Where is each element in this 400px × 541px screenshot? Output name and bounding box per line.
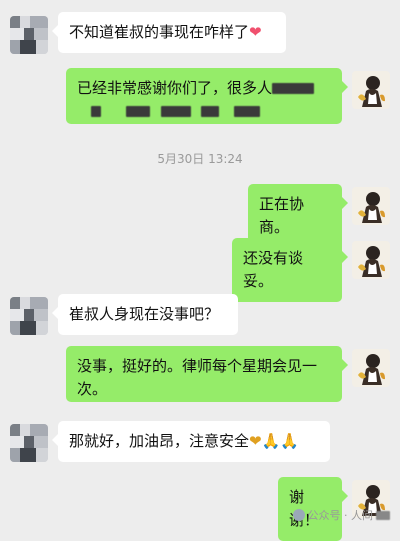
message-text: 没事，挺好的。律师每个星期会见一 (77, 357, 318, 375)
redacted-text (272, 83, 315, 94)
outgoing-message-bubble[interactable]: 已经非常感谢你们了，很多人 (66, 68, 348, 124)
message-text: 正在协商。 (259, 195, 305, 236)
redacted-text (91, 106, 101, 117)
outgoing-message-bubble[interactable]: 还没有谈妥。 (232, 238, 348, 302)
user-avatar[interactable] (352, 71, 390, 109)
user-avatar[interactable] (352, 349, 390, 387)
outgoing-message-bubble[interactable]: 没事，挺好的。律师每个星期会见一 次。 (66, 346, 348, 402)
message-text: 崔叔人身现在没事吧？ (69, 305, 220, 323)
user-avatar[interactable] (352, 241, 390, 279)
incoming-message-bubble[interactable]: 崔叔人身现在没事吧？ (52, 294, 238, 335)
redacted-text (125, 106, 150, 117)
message-timestamp: 5月30日 13:24 (157, 152, 243, 166)
contact-avatar[interactable] (10, 297, 48, 335)
contact-avatar[interactable] (10, 424, 48, 462)
redacted-line (77, 100, 331, 123)
incoming-message-bubble[interactable]: 不知道崔叔的事现在咋样了❤ (52, 12, 286, 53)
redacted-text (234, 106, 261, 117)
watermark-text: 公众号 · 人间 (307, 509, 374, 522)
redacted-text (201, 106, 220, 117)
message-text: 次。 (77, 380, 108, 398)
user-avatar[interactable] (352, 187, 390, 225)
chat-view: 不知道崔叔的事现在咋样了❤ 已经非常感谢你们了，很多人 5月30日 13:24 … (0, 0, 400, 541)
message-text: 那就好，加油昂，注意安全 (69, 432, 250, 450)
heart-pray-emoji-icon: ❤🙏🙏 (249, 432, 299, 450)
message-text: 已经非常感谢你们了，很多人 (77, 79, 273, 97)
watermark: 公众号 · 人间 (292, 507, 390, 523)
message-text: 不知道崔叔的事现在咋样了 (69, 23, 250, 41)
wechat-official-icon (292, 509, 305, 521)
incoming-message-bubble[interactable]: 那就好，加油昂，注意安全❤🙏🙏 (52, 421, 330, 462)
redacted-text (160, 106, 191, 117)
contact-avatar[interactable] (10, 16, 48, 54)
redacted-text (376, 510, 390, 520)
message-text: 还没有谈妥。 (243, 249, 304, 290)
heart-emoji-icon: ❤ (249, 23, 262, 41)
